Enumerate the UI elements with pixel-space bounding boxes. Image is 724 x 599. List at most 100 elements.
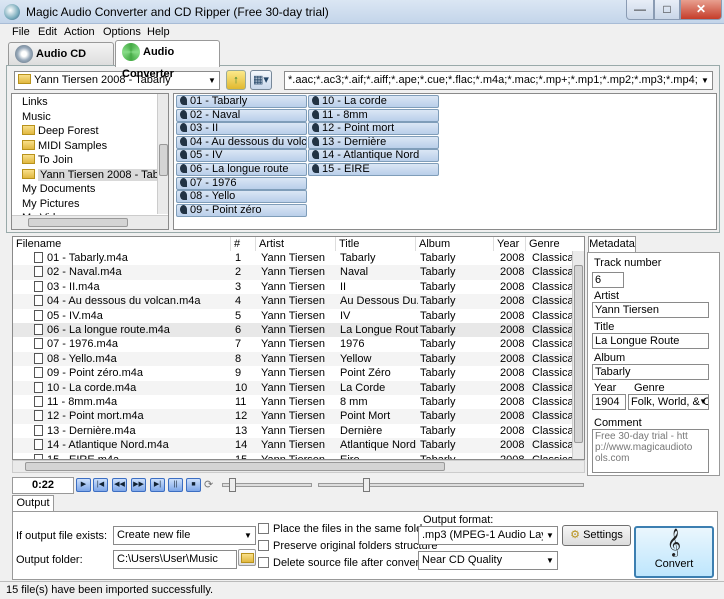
table-row[interactable]: 10 - La corde.m4a 10 Yann Tiersen La Corde T… <box>13 380 573 395</box>
track-label: 13 - Dernière <box>322 135 387 148</box>
folder-combo[interactable]: Yann Tiersen 2008 - Tabarly ▼ <box>14 71 220 90</box>
table-row[interactable]: 07 - 1976.m4a 7 Yann Tiersen 1976 Tabarly 200… <box>13 337 573 351</box>
table-row[interactable]: 01 - Tabarly.m4a 1 Yann Tiersen Tabarly Taba… <box>13 251 573 265</box>
track-item[interactable]: 05 - IV <box>176 149 307 163</box>
tab-metadata[interactable]: Metadata <box>588 236 636 253</box>
cell-num: 12 <box>235 410 248 423</box>
pause-icon[interactable]: || <box>168 478 183 492</box>
tree-item-label: My Documents <box>22 183 96 195</box>
view-mode-icon[interactable]: ▦▾ <box>250 70 272 90</box>
seek-slider[interactable] <box>318 478 584 492</box>
minimize-button[interactable]: — <box>626 0 654 20</box>
table-row[interactable]: 15 - EIRE.m4a 15 Yann TiersenEireTabarly 20… <box>13 453 573 459</box>
music-note-icon <box>180 177 187 187</box>
tree-item[interactable]: Yann Tiersen 2008 - Tabarly <box>12 168 168 183</box>
table-row[interactable]: 03 - II.m4a 3 Yann Tiersen II Tabarly 2008 Cla… <box>13 280 573 294</box>
track-item[interactable]: 11 - 8mm <box>308 108 439 122</box>
rewind-icon[interactable]: ◀◀ <box>112 478 127 492</box>
table-row[interactable]: 06 - La longue route.m4a 6 Yann Tiersen La … <box>13 323 573 338</box>
col-genre[interactable]: Genre <box>526 237 584 251</box>
music-note-icon <box>312 109 319 119</box>
track-item[interactable]: 08 - Yello <box>176 190 307 204</box>
stop-icon[interactable]: ■ <box>186 478 201 492</box>
menu-help[interactable]: Help <box>147 26 170 38</box>
tab-audio-cd-ripper[interactable]: Audio CD Ripper <box>8 42 114 82</box>
fast-forward-icon[interactable]: ▶▶ <box>131 478 146 492</box>
close-button[interactable]: ✕ <box>680 0 722 20</box>
tree-item[interactable]: To Join <box>12 153 157 168</box>
col-artist[interactable]: Artist <box>256 237 336 251</box>
table-row[interactable]: 08 - Yello.m4a 8 Yann Tiersen Yellow Tabarly… <box>13 351 573 367</box>
track-item[interactable]: 06 - La longue route <box>176 162 307 176</box>
table-row[interactable]: 12 - Point mort.m4a 12 Yann Tiersen Point M… <box>13 409 573 424</box>
output-folder-field[interactable]: C:\Users\User\Music <box>113 550 237 569</box>
table-row[interactable]: 02 - Naval.m4a 2 Yann Tiersen Naval Tabarly 2… <box>13 265 573 280</box>
same-folder-checkbox[interactable]: Place the files in the same folder <box>258 523 432 535</box>
artist-field[interactable]: Yann Tiersen <box>592 302 709 318</box>
comment-field[interactable]: Free 30-day trial - http://www.magicaudi… <box>592 429 709 473</box>
maximize-button[interactable]: □ <box>654 0 680 20</box>
track-item[interactable]: 12 - Point mort <box>308 122 439 136</box>
filelist-hscrollbar[interactable] <box>12 460 585 473</box>
tree-item-label: MIDI Samples <box>38 139 108 152</box>
convert-button[interactable]: 𝄞 Convert <box>634 526 714 578</box>
track-item[interactable]: 02 - Naval <box>176 108 307 122</box>
tree-item[interactable]: Deep Forest <box>12 124 157 139</box>
table-row[interactable]: 14 - Atlantique Nord.m4a 14 Yann Tiersen At… <box>13 438 573 453</box>
menu-action[interactable]: Action <box>64 26 95 38</box>
volume-slider[interactable] <box>222 478 312 492</box>
tree-item[interactable]: My Documents <box>12 182 157 197</box>
quality-combo[interactable]: Near CD Quality ▼ <box>418 551 558 570</box>
delete-source-checkbox[interactable]: Delete source file after conversion <box>258 557 439 569</box>
year-field[interactable]: 1904 <box>592 394 626 410</box>
play-icon[interactable]: ▶ <box>76 478 91 492</box>
tree-item[interactable]: MIDI Samples <box>12 139 157 154</box>
table-row[interactable]: 13 - Dernière.m4a 13 Yann Tiersen Dernière T… <box>13 424 573 438</box>
tree-hscrollbar[interactable] <box>12 215 168 229</box>
folder-up-icon[interactable]: ↑ <box>226 70 246 90</box>
track-item[interactable]: 15 - EIRE <box>308 162 439 176</box>
menu-file[interactable]: File <box>12 26 30 38</box>
track-item[interactable]: 04 - Au dessous du volcan <box>176 135 307 149</box>
tree-item[interactable]: My Pictures <box>12 197 157 212</box>
table-row[interactable]: 04 - Au dessous du volcan.m4a 4 Yann Tiers… <box>13 294 573 309</box>
settings-button[interactable]: ⚙ Settings <box>562 525 631 546</box>
filelist-scrollbar[interactable] <box>572 251 584 459</box>
track-item[interactable]: 01 - Tabarly <box>176 95 307 108</box>
tree-item[interactable]: Music <box>12 110 157 125</box>
tab-output[interactable]: Output <box>12 495 54 512</box>
output-format-combo[interactable]: .mp3 (MPEG-1 Audio Layer 3) ▼ <box>418 526 558 545</box>
tree-item[interactable]: Links <box>12 95 157 110</box>
track-item[interactable]: 10 - La corde <box>308 95 439 108</box>
track-item[interactable]: 14 - Atlantique Nord <box>308 149 439 163</box>
track-number-field[interactable]: 6 <box>592 272 624 288</box>
track-item[interactable]: 13 - Dernière <box>308 135 439 149</box>
table-row[interactable]: 09 - Point zéro.m4a 9 Yann Tiersen Point Zé… <box>13 366 573 380</box>
exists-combo[interactable]: Create new file ▼ <box>113 526 256 545</box>
cell-genre: Classical/... <box>532 309 572 322</box>
skip-back-icon[interactable]: |◀ <box>93 478 108 492</box>
browse-folder-button[interactable] <box>238 549 256 566</box>
track-item[interactable]: 09 - Point zéro <box>176 203 307 217</box>
title-field[interactable]: La Longue Route <box>592 333 709 349</box>
col-title[interactable]: Title <box>336 237 416 251</box>
col-album[interactable]: Album <box>416 237 494 251</box>
menu-edit[interactable]: Edit <box>38 26 57 38</box>
table-row[interactable]: 11 - 8mm.m4a 11 Yann Tiersen 8 mm Tabarly 200… <box>13 395 573 409</box>
album-field[interactable]: Tabarly <box>592 364 709 380</box>
preserve-structure-checkbox[interactable]: Preserve original folders structure <box>258 540 437 552</box>
file-filter-combo[interactable]: *.aac;*.ac3;*.aif;*.aiff;*.ape;*.cue;*.f… <box>284 71 713 90</box>
track-item[interactable]: 07 - 1976 <box>176 176 307 190</box>
genre-combo[interactable]: Folk, World, & C ▼ <box>628 394 709 410</box>
track-label: 15 - EIRE <box>322 162 370 175</box>
tree-scrollbar[interactable] <box>157 94 168 214</box>
track-item[interactable]: 03 - II <box>176 122 307 136</box>
loop-icon[interactable]: ⟳ <box>204 478 216 492</box>
col-number[interactable]: # <box>231 237 256 251</box>
col-filename[interactable]: Filename <box>13 237 231 251</box>
skip-forward-icon[interactable]: ▶| <box>150 478 165 492</box>
tab-audio-converter[interactable]: Audio Converter <box>115 40 220 80</box>
table-row[interactable]: 05 - IV.m4a 5 Yann Tiersen IV Tabarly 2008 Cla… <box>13 309 573 323</box>
col-year[interactable]: Year <box>494 237 526 251</box>
menu-options[interactable]: Options <box>103 26 141 38</box>
